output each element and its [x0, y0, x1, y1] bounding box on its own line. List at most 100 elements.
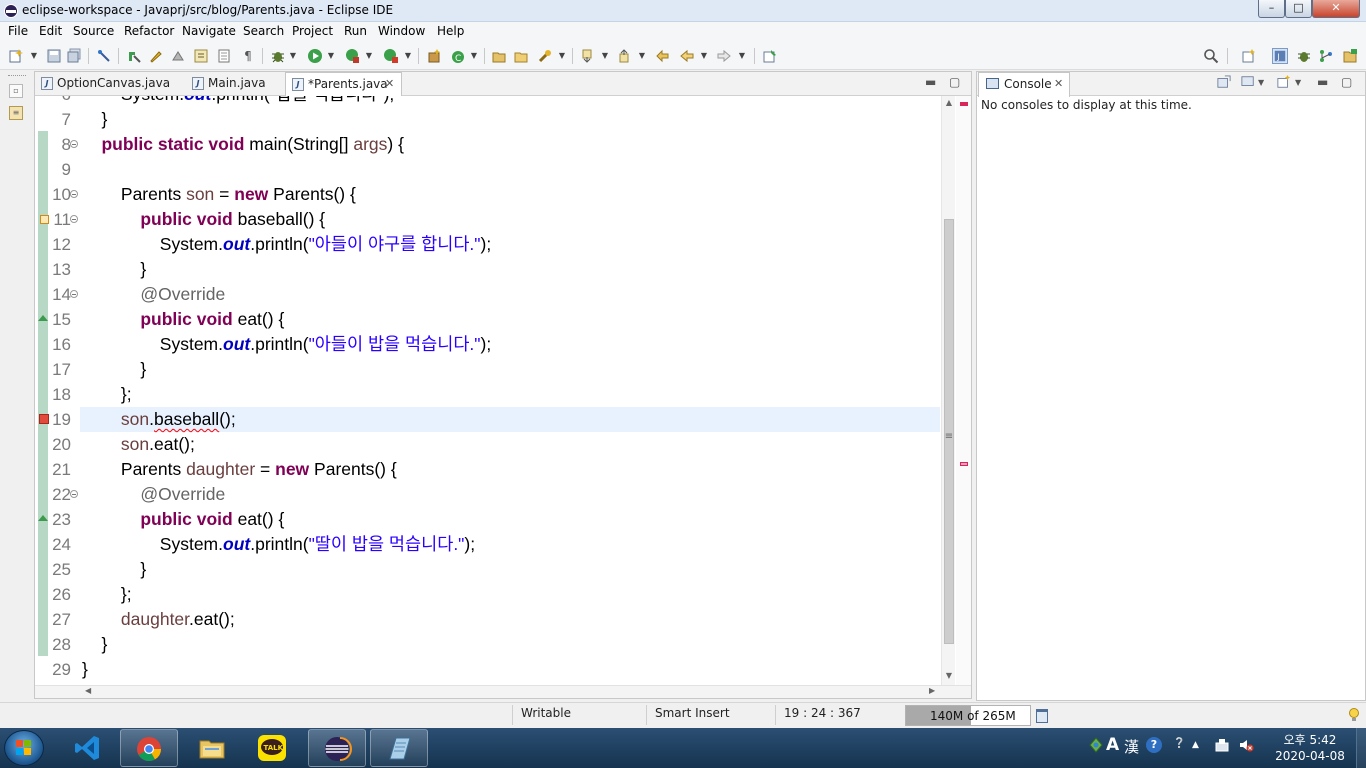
previous-annotation-dropdown-icon[interactable]: ▼	[638, 48, 646, 64]
menu-edit[interactable]: Edit	[39, 24, 62, 38]
override-marker-icon[interactable]	[38, 315, 48, 321]
code-line[interactable]: System.out.println("밥을 먹습니다");	[82, 96, 394, 107]
save-all-icon[interactable]	[66, 48, 82, 64]
close-button[interactable]: ✕	[1312, 0, 1360, 18]
scroll-left-icon[interactable]: ◀	[85, 686, 91, 695]
run-dropdown-icon[interactable]: ▼	[327, 48, 335, 64]
toggle-breadcrumb-icon[interactable]	[96, 48, 112, 64]
tab-optioncanvas[interactable]: J OptionCanvas.java	[35, 72, 170, 96]
search-icon[interactable]	[1203, 48, 1219, 64]
menu-source[interactable]: Source	[73, 24, 114, 38]
next-annotation-dropdown-icon[interactable]: ▼	[601, 48, 609, 64]
code-line[interactable]: System.out.println("아들이 밥을 먹습니다.");	[82, 332, 491, 357]
open-console-icon[interactable]	[1217, 75, 1231, 92]
trash-gc-icon[interactable]	[1036, 709, 1048, 723]
minimize-icon[interactable]: ▬	[1317, 75, 1328, 89]
code-line[interactable]: }	[82, 357, 146, 382]
fold-collapse-icon[interactable]	[70, 290, 78, 298]
external-tools-dropdown-icon[interactable]: ▼	[404, 48, 412, 64]
menu-search[interactable]: Search	[243, 24, 284, 38]
tab-console[interactable]: Console ✕	[978, 72, 1070, 97]
tab-parents[interactable]: J *Parents.java ✕	[285, 72, 402, 97]
save-icon[interactable]	[46, 48, 62, 64]
start-orb-icon[interactable]	[4, 730, 44, 766]
scroll-right-icon[interactable]: ▶	[929, 686, 935, 695]
code-line[interactable]: @Override	[82, 282, 225, 307]
java-perspective-icon[interactable]: J	[1272, 48, 1288, 64]
taskbar-kakaotalk[interactable]: TALK	[244, 729, 302, 767]
code-line[interactable]: }	[82, 657, 88, 682]
new-console-icon[interactable]	[1277, 75, 1291, 92]
minimize-icon[interactable]: ▬	[925, 75, 936, 89]
overview-ruler[interactable]	[956, 96, 971, 685]
scroll-up-icon[interactable]: ▲	[942, 98, 956, 107]
toggle-mark-icon[interactable]	[170, 48, 186, 64]
network-icon[interactable]	[1214, 737, 1230, 757]
pin-editor-icon[interactable]	[762, 48, 778, 64]
ime-help-icon[interactable]: ?	[1146, 737, 1162, 753]
code-line[interactable]: public void eat() {	[82, 307, 284, 332]
tab-main[interactable]: J Main.java	[186, 72, 296, 96]
code-line[interactable]: };	[82, 382, 132, 407]
pilcrow-icon[interactable]: ¶	[240, 48, 256, 64]
display-console-icon[interactable]	[1241, 75, 1255, 92]
ime-mode-label[interactable]: A	[1106, 735, 1119, 755]
fold-collapse-icon[interactable]	[70, 140, 78, 148]
menu-help[interactable]: Help	[437, 24, 464, 38]
menu-project[interactable]: Project	[292, 24, 333, 38]
volume-muted-icon[interactable]	[1238, 737, 1254, 757]
menu-refactor[interactable]: Refactor	[124, 24, 174, 38]
back-icon[interactable]	[679, 48, 695, 64]
last-edit-location-icon[interactable]	[654, 48, 670, 64]
fold-collapse-icon[interactable]	[70, 490, 78, 498]
code-line[interactable]: public void baseball() {	[82, 207, 325, 232]
debug-icon[interactable]	[270, 48, 286, 64]
show-whitespace-icon[interactable]	[193, 48, 209, 64]
taskbar-vscode[interactable]	[60, 729, 118, 767]
minimize-button[interactable]: –	[1258, 0, 1285, 18]
fold-collapse-icon[interactable]	[70, 190, 78, 198]
code-line[interactable]: }	[82, 257, 146, 282]
code-line[interactable]: }	[82, 107, 107, 132]
back-dropdown-icon[interactable]: ▼	[700, 48, 708, 64]
code-line[interactable]: Parents son = new Parents() {	[82, 182, 356, 207]
code-line[interactable]: son.baseball();	[82, 407, 236, 432]
open-task-icon[interactable]	[491, 48, 507, 64]
menu-window[interactable]: Window	[378, 24, 425, 38]
show-hidden-icons-icon[interactable]: ▲	[1192, 740, 1199, 750]
run-icon[interactable]	[307, 48, 323, 64]
vertical-scrollbar[interactable]: ▲ ≡ ▼	[941, 96, 955, 685]
maximize-button[interactable]: □	[1285, 0, 1312, 18]
menu-navigate[interactable]: Navigate	[182, 24, 236, 38]
lightbulb-icon[interactable]	[1348, 707, 1360, 723]
warning-marker-icon[interactable]	[40, 215, 49, 224]
close-tab-icon[interactable]: ✕	[1054, 77, 1063, 90]
taskbar-chrome[interactable]	[120, 729, 178, 767]
error-marker-icon[interactable]	[39, 414, 49, 424]
horizontal-scrollbar[interactable]: ◀ ▶	[35, 685, 971, 698]
search-dropdown-icon[interactable]: ▼	[558, 48, 566, 64]
resource-perspective-icon[interactable]	[1342, 48, 1358, 64]
code-line[interactable]: System.out.println("딸이 밥을 먹습니다.");	[82, 532, 475, 557]
menu-file[interactable]: File	[8, 24, 28, 38]
heap-status[interactable]: 140M of 265M	[905, 705, 1031, 726]
maximize-icon[interactable]: ▢	[1341, 75, 1352, 89]
previous-annotation-icon[interactable]	[617, 48, 633, 64]
ime-hanja-label[interactable]: 漢	[1124, 736, 1139, 757]
taskbar-explorer[interactable]	[184, 729, 242, 767]
block-selection-icon[interactable]	[216, 48, 232, 64]
code-line[interactable]: System.out.println("아들이 야구를 합니다.");	[82, 232, 491, 257]
code-line[interactable]: son.eat();	[82, 432, 195, 457]
debug-perspective-icon[interactable]	[1296, 48, 1312, 64]
code-editor[interactable]: 6 7 8 9 10 11 12 13 14 15 16 17 18 19 20 21 22 23 24 25 26 27…	[35, 96, 971, 685]
code-line[interactable]: daughter.eat();	[82, 607, 235, 632]
coverage-dropdown-icon[interactable]: ▼	[365, 48, 373, 64]
code-line[interactable]: public void eat() {	[82, 507, 284, 532]
overview-error-marker[interactable]	[960, 102, 968, 106]
code-line[interactable]: }	[82, 632, 107, 657]
overview-occurrence-marker[interactable]	[960, 462, 968, 466]
open-folder-icon[interactable]	[513, 48, 529, 64]
search-tool-icon[interactable]	[537, 48, 553, 64]
code-line[interactable]: };	[82, 582, 132, 607]
new-class-dropdown-icon[interactable]: ▼	[470, 48, 478, 64]
